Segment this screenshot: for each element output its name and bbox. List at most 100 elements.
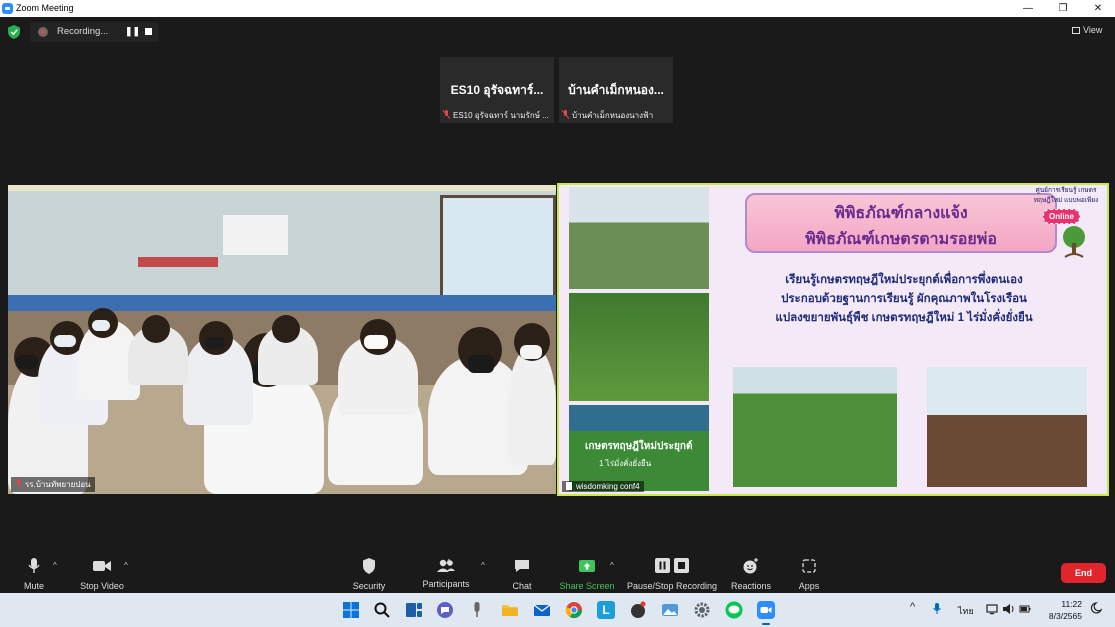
view-label: View bbox=[1083, 25, 1103, 35]
participant-tile[interactable]: ES10 อุรัจฉทาร์... ES10 อุรัจฉทาร์ นามรั… bbox=[440, 57, 554, 123]
participants-button[interactable]: 4 Participants bbox=[420, 557, 472, 589]
share-pin-icon bbox=[566, 482, 572, 490]
media-app-icon[interactable] bbox=[629, 601, 647, 619]
notifications-icon[interactable] bbox=[1090, 602, 1102, 616]
tray-microphone-icon[interactable] bbox=[932, 602, 942, 616]
search-icon[interactable] bbox=[373, 601, 391, 619]
battery-icon[interactable] bbox=[1019, 603, 1031, 615]
microphone-app-icon[interactable] bbox=[468, 601, 486, 619]
network-icon[interactable] bbox=[986, 603, 998, 615]
slide-photo-greenhouse bbox=[569, 187, 709, 289]
slide-body: เรียนรู้เกษตรทฤษฎีใหม่ประยุกต์เพื่อการพึ… bbox=[719, 271, 1089, 328]
view-button[interactable]: View bbox=[1072, 25, 1102, 35]
task-view-icon[interactable] bbox=[405, 601, 423, 619]
reactions-label: Reactions bbox=[730, 581, 772, 591]
meeting-area: Recording... ❚❚ View ES10 อุรัจฉทาร์... … bbox=[0, 17, 1115, 553]
slide-logo-text: ศูนย์การเรียนรู้ เกษตรทฤษฎีใหม่ แบบพอเพี… bbox=[1033, 187, 1099, 204]
classroom-window bbox=[440, 195, 556, 301]
pause-stop-recording-icon bbox=[655, 558, 689, 573]
shared-screen-video[interactable]: เกษตรทฤษฎีใหม่ประยุกต์ 1 ไร่มั่งคั่งยั่ง… bbox=[557, 183, 1109, 496]
line-l-app-icon[interactable]: L bbox=[597, 601, 615, 619]
windows-start-icon[interactable] bbox=[342, 601, 360, 619]
participants-label: Participants bbox=[422, 579, 470, 589]
file-explorer-icon[interactable] bbox=[501, 601, 519, 619]
participant-label: บ้านคำเม็กหนองนางฟ้า bbox=[562, 109, 672, 122]
teams-chat-icon[interactable] bbox=[436, 601, 454, 619]
wall-paper bbox=[223, 215, 288, 255]
tray-overflow-chevron[interactable]: ^ bbox=[910, 601, 915, 613]
chat-label: Chat bbox=[512, 581, 532, 591]
end-meeting-button[interactable]: End bbox=[1061, 563, 1106, 583]
chrome-browser-icon[interactable] bbox=[565, 601, 583, 619]
taskbar-clock[interactable]: 11:22 8/3/2565 bbox=[1044, 598, 1082, 622]
reactions-smiley-icon bbox=[743, 558, 758, 574]
clock-time: 11:22 bbox=[1061, 599, 1082, 609]
maximize-button[interactable]: ❐ bbox=[1049, 1, 1077, 16]
student bbox=[338, 319, 418, 415]
student bbox=[508, 323, 556, 465]
slide-body-line: แปลงขยายพันธุ์พืช เกษตรทฤษฎีใหม่ 1 ไร่มั… bbox=[775, 312, 1033, 324]
participants-options-caret[interactable]: ^ bbox=[481, 561, 485, 570]
stop-recording-button[interactable] bbox=[145, 28, 152, 35]
audio-options-caret[interactable]: ^ bbox=[53, 561, 57, 570]
slide-photo-field bbox=[733, 367, 897, 487]
slide-title-line2: พิพิธภัณฑ์เกษตรตามรอยพ่อ bbox=[805, 231, 997, 248]
share-screen-icon bbox=[579, 560, 595, 572]
video-camera-icon bbox=[93, 561, 111, 571]
volume-icon[interactable] bbox=[1002, 603, 1016, 615]
participant-label: ES10 อุรัจฉทาร์ นามรักษ์ ... bbox=[443, 109, 553, 122]
video-options-caret[interactable]: ^ bbox=[124, 561, 128, 570]
mic-muted-icon bbox=[15, 479, 22, 488]
security-button[interactable]: Security bbox=[348, 557, 390, 591]
video-label: รร.บ้านทัพยายปอน bbox=[11, 477, 95, 492]
settings-gear-icon[interactable] bbox=[693, 601, 711, 619]
recording-label: Recording... bbox=[57, 26, 109, 37]
close-window-button[interactable]: ✕ bbox=[1084, 1, 1112, 16]
slide-title-line1: พิพิธภัณฑ์กลางแจ้ง bbox=[834, 205, 968, 222]
participant-name: ES10 อุรัจฉทาร์... bbox=[450, 83, 544, 97]
participant-full-name: บ้านคำเม็กหนองนางฟ้า bbox=[572, 111, 654, 120]
zoom-taskbar-icon[interactable] bbox=[757, 601, 775, 619]
recording-indicator: Recording... ❚❚ bbox=[30, 22, 158, 42]
mail-icon[interactable] bbox=[533, 601, 551, 619]
chat-icon bbox=[515, 560, 529, 572]
apps-button[interactable]: Apps bbox=[795, 557, 823, 591]
mute-button[interactable]: Mute bbox=[17, 557, 51, 591]
minimize-button[interactable]: — bbox=[1014, 1, 1042, 16]
windows-taskbar: L ^ ไทย 11:22 8/3/2565 bbox=[0, 593, 1115, 627]
student bbox=[128, 315, 188, 385]
photos-app-icon[interactable] bbox=[661, 601, 679, 619]
classroom-video[interactable]: รร.บ้านทัพยายปอน bbox=[8, 185, 556, 494]
slide-photo-garden bbox=[569, 293, 709, 401]
stop-video-button[interactable]: Stop Video bbox=[76, 557, 128, 591]
participants-count: 4 bbox=[446, 558, 451, 567]
apps-icon bbox=[802, 559, 816, 573]
microphone-icon bbox=[28, 558, 40, 573]
mute-label: Mute bbox=[23, 581, 44, 591]
pause-recording-button[interactable]: ❚❚ bbox=[125, 26, 140, 37]
student bbox=[258, 315, 318, 385]
slide-title-box: พิพิธภัณฑ์กลางแจ้ง พิพิธภัณฑ์เกษตรตามรอย… bbox=[745, 193, 1057, 253]
reactions-button[interactable]: Reactions bbox=[729, 557, 773, 591]
student bbox=[183, 321, 253, 425]
share-options-caret[interactable]: ^ bbox=[610, 561, 614, 570]
window-title-bar: Zoom Meeting — ❐ ✕ bbox=[0, 0, 1115, 17]
sign-text-line2: 1 ไร่มั่งคั่งยั่งยืน bbox=[599, 459, 652, 468]
sign-text-line1: เกษตรทฤษฎีใหม่ประยุกต์ bbox=[585, 441, 693, 452]
pause-stop-recording-button[interactable]: Pause/Stop Recording bbox=[626, 557, 718, 591]
chat-button[interactable]: Chat bbox=[508, 557, 536, 591]
wall-banner bbox=[138, 257, 218, 267]
share-screen-button[interactable]: Share Screen bbox=[558, 557, 616, 591]
encryption-shield-icon[interactable] bbox=[8, 25, 20, 39]
slide-photo-column: เกษตรทฤษฎีใหม่ประยุกต์ 1 ไร่มั่งคั่งยั่ง… bbox=[569, 187, 709, 491]
participant-full-name: ES10 อุรัจฉทาร์ นามรักษ์ ... bbox=[453, 111, 549, 120]
participant-tile[interactable]: บ้านคำเม็กหนอง... บ้านคำเม็กหนองนางฟ้า bbox=[559, 57, 673, 123]
input-language-indicator[interactable]: ไทย bbox=[958, 604, 974, 618]
slide-body-line: ประกอบด้วยฐานการเรียนรู้ ผักคุณภาพในโรงเ… bbox=[781, 293, 1027, 305]
pause-stop-recording-label: Pause/Stop Recording bbox=[626, 581, 718, 591]
line-chat-app-icon[interactable] bbox=[725, 601, 743, 619]
stop-video-label: Stop Video bbox=[80, 581, 124, 591]
share-screen-label: Share Screen bbox=[559, 581, 615, 591]
presentation-slide: เกษตรทฤษฎีใหม่ประยุกต์ 1 ไร่มั่งคั่งยั่ง… bbox=[559, 185, 1107, 494]
mic-muted-icon bbox=[443, 110, 450, 119]
